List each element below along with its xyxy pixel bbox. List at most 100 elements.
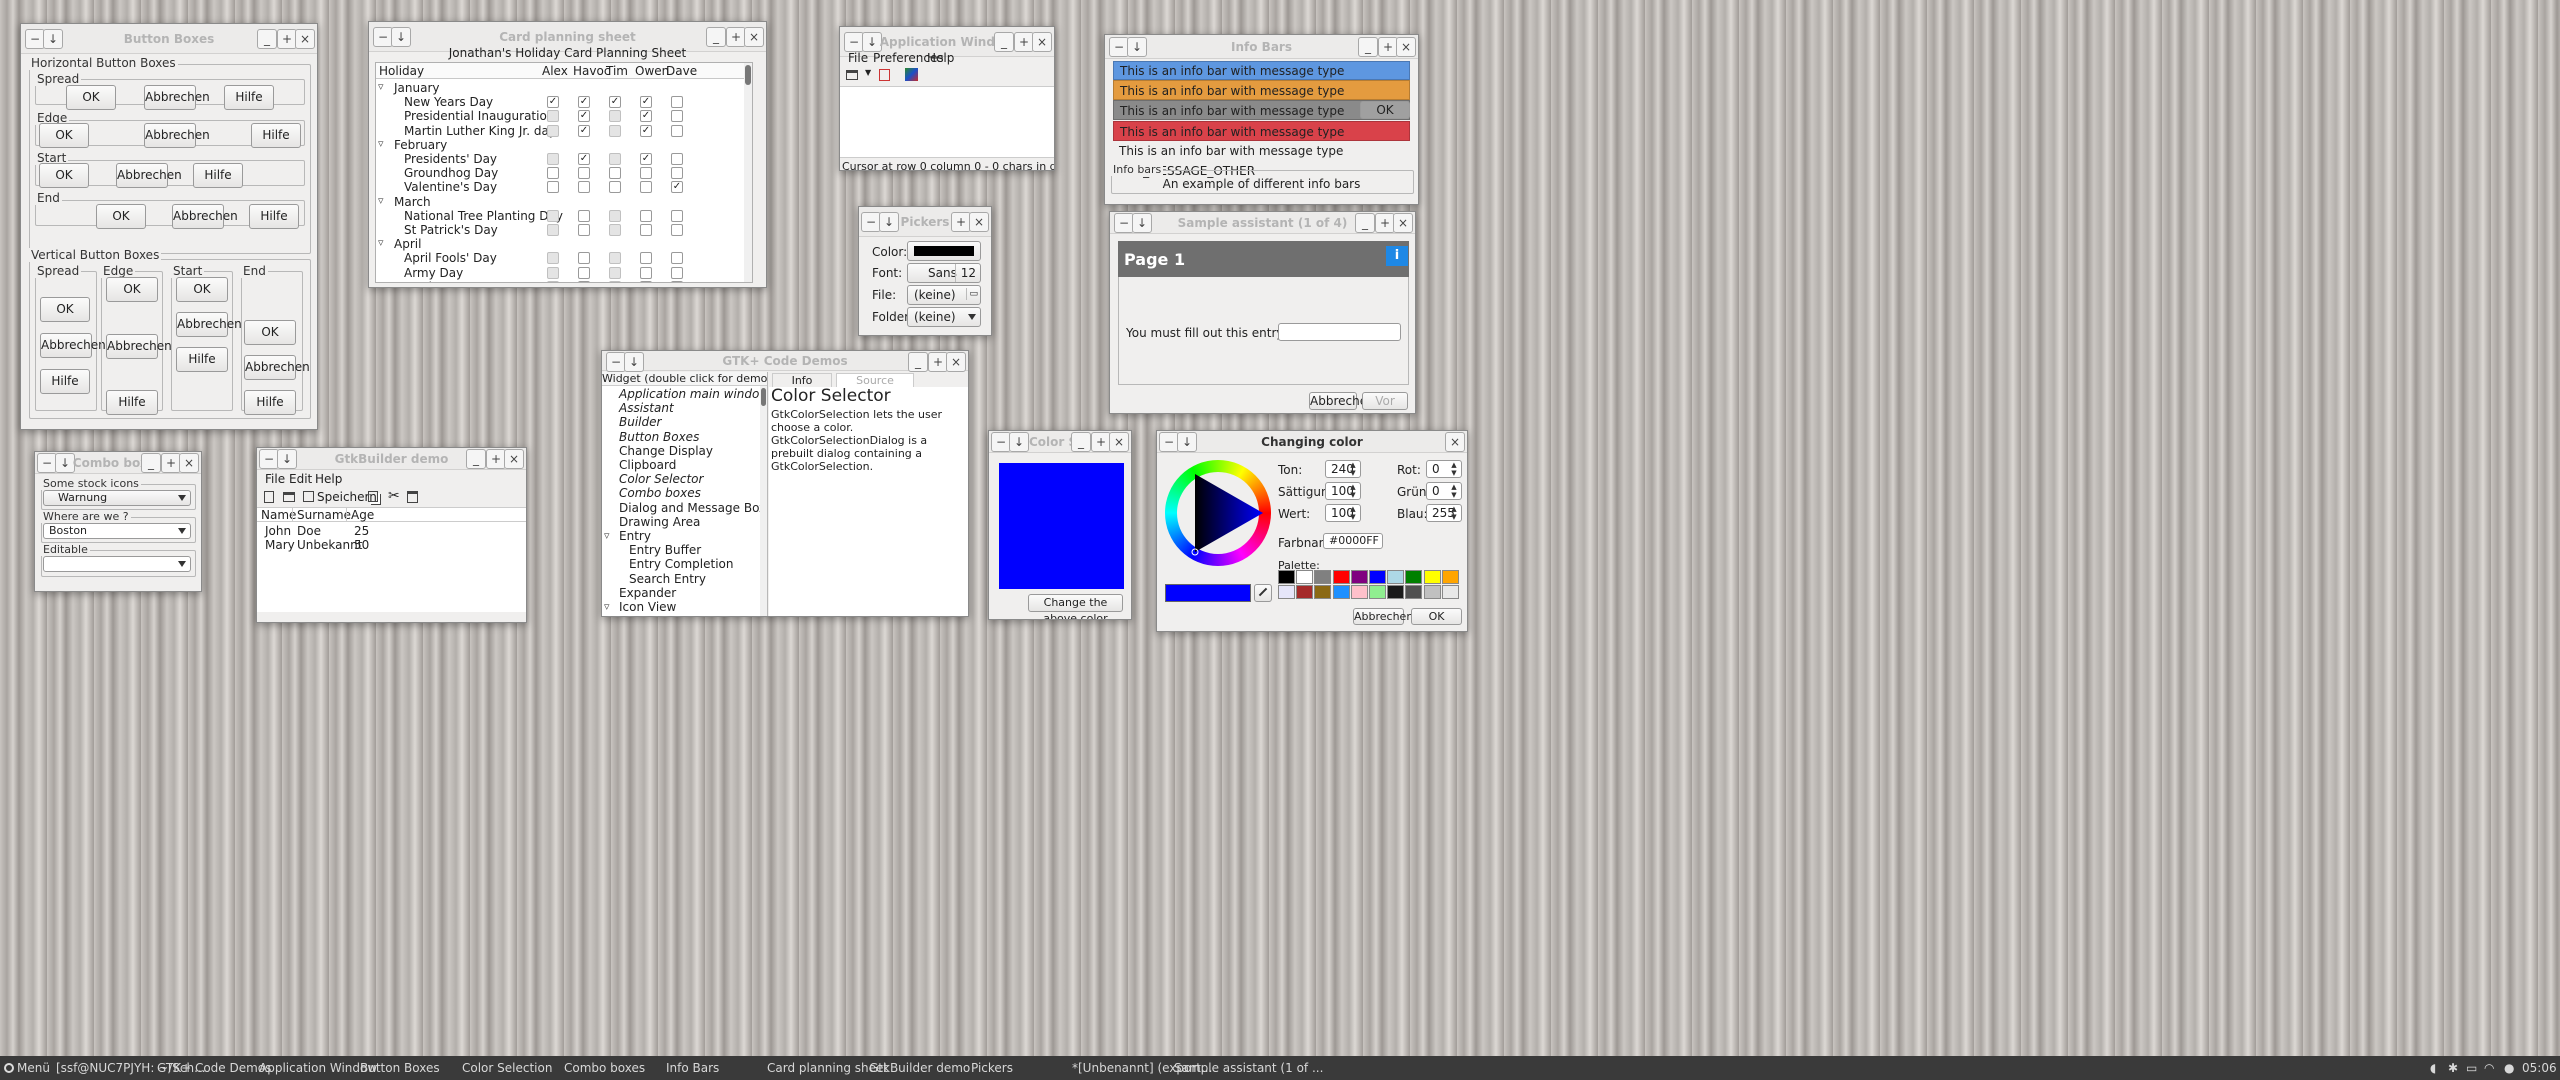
- checkbox[interactable]: [547, 209, 559, 222]
- chevron-down-icon[interactable]: ▼: [865, 68, 871, 77]
- cancel-button[interactable]: Abbrechen: [172, 204, 238, 229]
- close-button[interactable]: ×: [295, 29, 315, 49]
- titlebar[interactable]: − ↓ Sample assistant (1 of 4) _ + ×: [1110, 212, 1415, 234]
- titlebar[interactable]: − ↓ GtkBuilder demo _ + ×: [257, 448, 526, 470]
- checkbox[interactable]: [547, 252, 559, 265]
- checkbox[interactable]: ✓: [578, 153, 590, 165]
- tree-item[interactable]: Builder: [619, 415, 661, 429]
- column-header[interactable]: Surname: [292, 508, 351, 522]
- pin-button[interactable]: ↓: [1009, 432, 1029, 452]
- checkbox[interactable]: [671, 153, 683, 165]
- tree-row[interactable]: St Patrick's Day: [376, 223, 744, 237]
- triangle-selector[interactable]: [1165, 460, 1271, 566]
- palette-swatch[interactable]: [1350, 585, 1368, 599]
- tree-row[interactable]: ▿ January: [376, 80, 744, 95]
- cancel-button[interactable]: Abbrechen: [1353, 608, 1413, 625]
- tree-row[interactable]: Army Day: [376, 266, 744, 280]
- maximize-button[interactable]: +: [928, 352, 948, 372]
- scrollbar[interactable]: [760, 386, 767, 616]
- checkbox[interactable]: [578, 181, 590, 194]
- ok-button[interactable]: OK: [244, 320, 296, 345]
- checkbox[interactable]: [609, 224, 621, 236]
- checkbox[interactable]: ✓: [547, 96, 559, 109]
- red-spin[interactable]: 0 ▲ ▼: [1426, 460, 1462, 478]
- palette-swatch[interactable]: [1369, 570, 1386, 584]
- stock-combo[interactable]: Warnung: [43, 490, 191, 506]
- saturation-spin[interactable]: 100 ▲ ▼: [1325, 482, 1361, 500]
- green-spin[interactable]: 0 ▲ ▼: [1426, 482, 1462, 500]
- maximize-button[interactable]: +: [161, 453, 181, 473]
- checkbox[interactable]: [609, 252, 621, 265]
- checkbox[interactable]: ✓: [640, 96, 652, 109]
- help-button[interactable]: Hilfe: [244, 390, 296, 415]
- tree-item[interactable]: Application main window: [619, 387, 767, 401]
- palette-swatch[interactable]: [1350, 570, 1368, 584]
- checkbox[interactable]: [547, 167, 559, 180]
- checkbox[interactable]: [609, 280, 621, 282]
- menu-help[interactable]: Help: [315, 472, 342, 486]
- titlebar[interactable]: − ↓ GTK+ Code Demos _ + ×: [602, 351, 968, 372]
- tree-item[interactable]: Dialog and Message Boxes: [619, 501, 767, 515]
- help-button[interactable]: Hilfe: [106, 390, 158, 415]
- hsv-wheel[interactable]: [1165, 460, 1271, 566]
- maximize-button[interactable]: +: [486, 449, 506, 469]
- menu-edit[interactable]: Edit: [289, 472, 312, 486]
- tree-item[interactable]: Button Boxes: [619, 430, 699, 444]
- taskbar-item[interactable]: Button Boxes: [360, 1061, 440, 1075]
- maximize-button[interactable]: +: [1091, 432, 1111, 452]
- checkbox[interactable]: [640, 167, 652, 180]
- down-icon[interactable]: ▼: [1449, 491, 1459, 500]
- cut-icon[interactable]: ✂: [388, 488, 400, 504]
- checkbox[interactable]: [578, 266, 590, 279]
- maximize-button[interactable]: +: [951, 212, 971, 232]
- tree-row[interactable]: National Tree Planting Day: [376, 209, 744, 223]
- ok-button[interactable]: OK: [96, 204, 146, 229]
- hue-spin[interactable]: 240 ▲ ▼: [1325, 460, 1361, 478]
- checkbox[interactable]: [640, 266, 652, 279]
- taskbar-item[interactable]: Sample assistant (1 of ...: [1174, 1061, 1323, 1075]
- checkbox[interactable]: [609, 181, 621, 194]
- checkbox[interactable]: ✓: [609, 96, 621, 109]
- minimize-button[interactable]: _: [141, 453, 161, 473]
- color-name-entry[interactable]: #0000FF: [1323, 533, 1383, 549]
- value-spin[interactable]: 100 ▲ ▼: [1325, 504, 1361, 522]
- close-button[interactable]: ×: [1445, 432, 1465, 452]
- minimize-button[interactable]: _: [466, 449, 486, 469]
- cancel-button[interactable]: Abbrechen: [176, 312, 242, 337]
- down-icon[interactable]: ▼: [1348, 491, 1358, 500]
- column-header[interactable]: Holiday: [379, 64, 424, 78]
- palette-swatch[interactable]: [1441, 570, 1459, 584]
- checkbox[interactable]: [671, 96, 683, 109]
- palette-swatch[interactable]: [1405, 570, 1423, 584]
- taskbar-item[interactable]: Combo boxes: [564, 1061, 645, 1075]
- where-combo[interactable]: Boston: [43, 523, 191, 539]
- column-header[interactable]: Havoc: [573, 64, 610, 78]
- help-button[interactable]: Hilfe: [176, 347, 228, 372]
- user-icon[interactable]: ●: [2504, 1061, 2514, 1075]
- tree-item[interactable]: Entry Buffer: [629, 543, 701, 557]
- ok-button[interactable]: OK: [39, 123, 89, 148]
- tree-row[interactable]: Valentine's Day ✓: [376, 180, 744, 194]
- checkbox[interactable]: ✓: [640, 110, 652, 123]
- palette-swatch[interactable]: [1296, 585, 1314, 599]
- volume-icon[interactable]: ◖: [2430, 1061, 2436, 1075]
- tree-item[interactable]: Icon View: [619, 600, 676, 614]
- close-button[interactable]: ×: [1393, 213, 1413, 233]
- checkbox[interactable]: [640, 209, 652, 222]
- ok-button[interactable]: OK: [176, 277, 228, 302]
- maximize-button[interactable]: +: [1014, 32, 1034, 52]
- close-button[interactable]: ×: [969, 212, 989, 232]
- checkbox[interactable]: [578, 224, 590, 236]
- bluetooth-icon[interactable]: ✱: [2448, 1061, 2458, 1075]
- editable-combo[interactable]: [43, 556, 191, 572]
- close-button[interactable]: ×: [1396, 37, 1416, 57]
- tree-row[interactable]: Presidents' Day ✓ ✓: [376, 152, 744, 166]
- titlebar[interactable]: − ↓ Changing color ×: [1157, 431, 1467, 453]
- help-button[interactable]: Hilfe: [40, 369, 90, 394]
- down-icon[interactable]: ▼: [1348, 513, 1358, 522]
- copy-icon[interactable]: [368, 491, 378, 502]
- checkbox[interactable]: ✓: [578, 96, 590, 109]
- ok-button[interactable]: OK: [1360, 101, 1410, 119]
- down-icon[interactable]: ▼: [1449, 469, 1459, 478]
- column-header[interactable]: Tim: [606, 64, 628, 78]
